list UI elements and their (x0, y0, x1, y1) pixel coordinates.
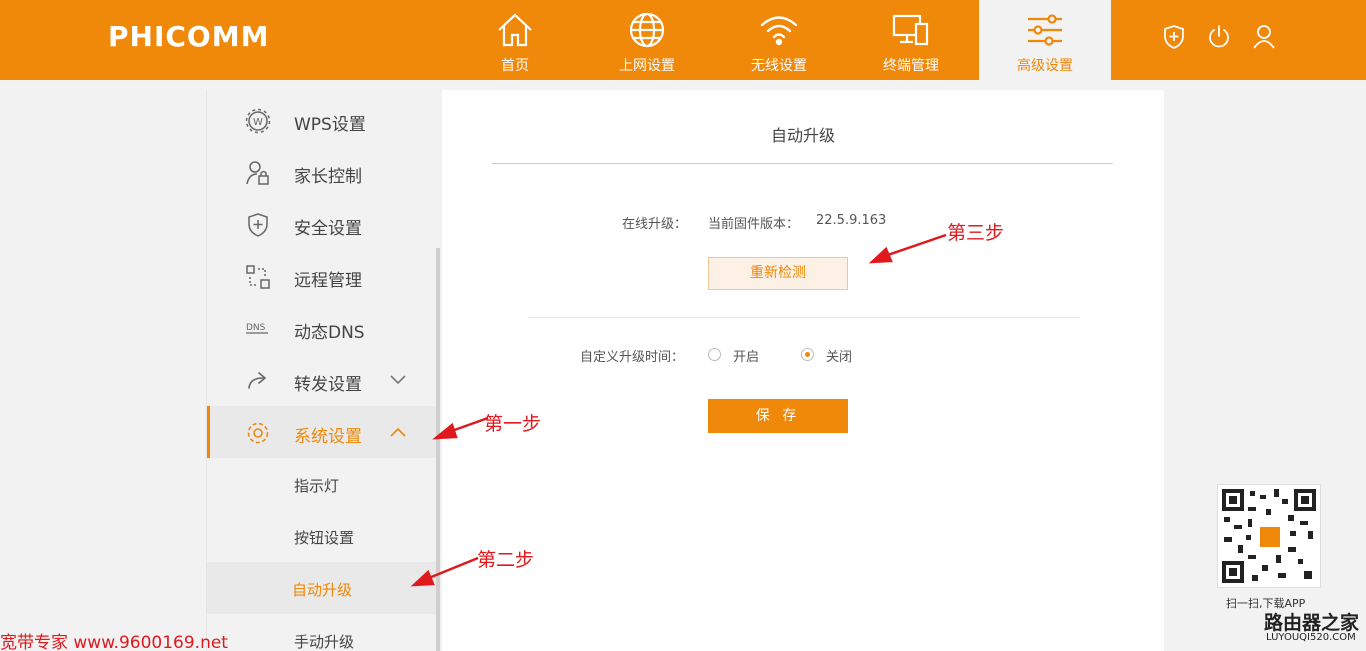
step3-annotation: 第三步 (947, 222, 1005, 244)
watermark-left: 宽带专家 www.9600169.net (0, 633, 228, 651)
step2-arrow (423, 556, 479, 582)
qr-code (1217, 484, 1321, 588)
step2-arrowhead (410, 569, 435, 587)
step2-annotation: 第二步 (477, 549, 535, 571)
watermark-right-url: LUYOUQI520.COM (1266, 632, 1356, 643)
step1-arrowhead (432, 422, 458, 440)
annotation-arrows (410, 233, 947, 587)
step1-annotation: 第一步 (484, 413, 542, 435)
step3-arrowhead (868, 246, 893, 264)
qr-app-logo (1258, 525, 1282, 549)
watermark-right-title: 路由器之家 (1264, 612, 1360, 634)
step3-arrow (881, 233, 947, 259)
